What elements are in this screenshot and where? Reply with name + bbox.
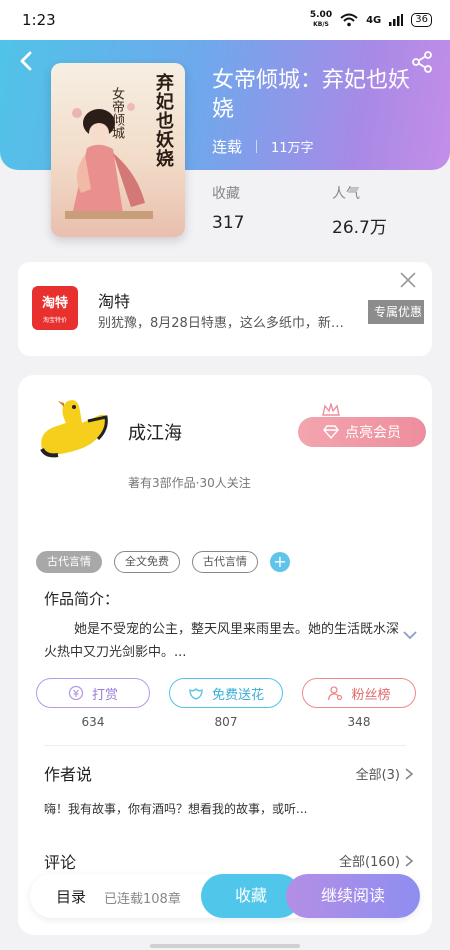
ad-cta-button[interactable]: 专属优惠: [368, 300, 424, 324]
flower-label: 免费送花: [211, 687, 264, 703]
diamond-icon: [323, 425, 339, 439]
cover-illustration: [65, 103, 153, 219]
chevron-right-icon: [405, 767, 414, 780]
flower-button[interactable]: 免费送花: [169, 678, 283, 708]
divider: [44, 745, 406, 746]
back-arrow-icon[interactable]: [14, 48, 40, 74]
word-count: 11万字: [271, 141, 314, 156]
cover-title: 弃妃也妖娆: [153, 73, 174, 168]
add-tag-icon[interactable]: +: [270, 552, 290, 572]
ad-description: 别犹豫，8月28日特惠，这么多纸巾，新…: [98, 316, 344, 331]
ad-banner[interactable]: 淘特 淘宝特价 淘特 别犹豫，8月28日特惠，这么多纸巾，新… 专属优惠: [18, 262, 432, 356]
tip-button[interactable]: 打赏: [36, 678, 150, 708]
book-cover[interactable]: 弃妃也妖娆 女帝倾城: [51, 63, 185, 237]
home-indicator[interactable]: [150, 944, 300, 948]
collect-value: 317: [212, 213, 245, 233]
popularity-label: 人气: [332, 186, 360, 202]
status-divider: [256, 140, 258, 153]
tip-label: 打赏: [91, 687, 118, 703]
crown-icon: [322, 403, 340, 416]
fans-button[interactable]: 粉丝榜: [302, 678, 416, 708]
flower-icon: [189, 688, 203, 700]
coin-icon: [68, 685, 84, 701]
close-icon[interactable]: [398, 270, 418, 290]
fans-label: 粉丝榜: [351, 687, 391, 703]
ad-logo: 淘特 淘宝特价: [32, 286, 78, 330]
battery-indicator: 36: [411, 13, 432, 27]
tip-action: 打赏 634: [36, 678, 150, 729]
toc-button[interactable]: 目录: [56, 886, 86, 907]
comments-more[interactable]: 全部(160): [339, 851, 414, 870]
book-detail-card: 成江海 著有3部作品·30人关注 点亮会员 古代言情 全文免费 古代言情 + 作…: [18, 375, 432, 935]
network-type: 4G: [366, 14, 382, 26]
chevron-down-icon[interactable]: [402, 629, 418, 641]
chapter-count[interactable]: 已连载108章: [104, 888, 181, 907]
status-time: 1:23: [22, 11, 56, 29]
author-said-text[interactable]: 嗨！我有故事，你有酒吗？想看我的故事，或听...: [44, 800, 307, 817]
share-icon[interactable]: [410, 50, 434, 74]
author-name[interactable]: 成江海: [128, 419, 182, 445]
collect-stat: 收藏 317: [212, 183, 244, 233]
tag-list: 古代言情 全文免费 古代言情 +: [36, 551, 290, 573]
collect-label: 收藏: [212, 186, 240, 202]
popularity-value: 26.7万: [332, 218, 387, 238]
user-icon: [328, 686, 343, 701]
signal-icon: [389, 14, 404, 26]
flower-action: 免费送花 807: [169, 678, 283, 729]
cover-subtitle: 女帝倾城: [109, 87, 124, 139]
intro-title: 作品简介：: [44, 590, 120, 608]
intro-text: 她是不受宠的公主，整天风里来雨里去。她的生活既水深火热中又刀光剑影中。...: [44, 622, 400, 660]
book-title: 女帝倾城：弃妃也妖娆: [212, 68, 411, 122]
book-status: 连载 11万字: [212, 136, 314, 157]
continue-reading-button[interactable]: 继续阅读: [286, 874, 420, 918]
vip-label: 点亮会员: [345, 425, 401, 441]
author-meta: 著有3部作品·30人关注: [128, 476, 251, 490]
tag-item[interactable]: 古代言情: [36, 551, 102, 573]
tip-count: 634: [81, 715, 105, 729]
action-row: 打赏 634 免费送花 807 粉丝榜 348: [36, 678, 416, 729]
tag-item[interactable]: 全文免费: [114, 551, 180, 573]
ad-name: 淘特: [98, 292, 131, 311]
popularity-stat: 人气 26.7万: [332, 183, 387, 238]
author-avatar[interactable]: [36, 393, 112, 469]
comments-title: 评论: [44, 853, 77, 872]
fans-count: 348: [347, 715, 371, 729]
network-speed: 5.00 KB/S: [309, 10, 333, 29]
wifi-icon: [340, 13, 358, 27]
serial-status: 连载: [212, 138, 243, 156]
chevron-right-icon: [405, 854, 414, 867]
vip-button[interactable]: 点亮会员: [298, 417, 426, 447]
status-bar: 1:23 5.00 KB/S 4G 36: [0, 0, 450, 40]
tag-item[interactable]: 古代言情: [192, 551, 258, 573]
flower-count: 807: [214, 715, 238, 729]
author-said-more[interactable]: 全部(3): [356, 764, 414, 783]
author-said-title: 作者说: [44, 765, 93, 784]
fans-action: 粉丝榜 348: [302, 678, 416, 729]
bottom-action-bar: 目录 已连载108章 收藏 继续阅读: [30, 874, 420, 918]
